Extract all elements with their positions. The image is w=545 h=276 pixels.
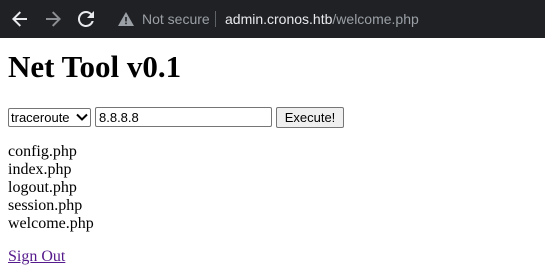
- execute-button[interactable]: Execute!: [276, 106, 344, 128]
- list-item: session.php: [8, 197, 83, 214]
- url-text[interactable]: admin.cronos.htb/welcome.php: [225, 10, 419, 28]
- list-item: welcome.php: [8, 215, 94, 232]
- net-tool-form: traceroute Execute!: [8, 106, 344, 128]
- list-item: config.php: [8, 143, 77, 160]
- chevron-down-icon: [76, 113, 88, 121]
- host-input[interactable]: [95, 107, 272, 127]
- command-select-value: traceroute: [11, 109, 70, 125]
- address-separator: [215, 11, 216, 27]
- browser-toolbar: Not secure admin.cronos.htb/welcome.php: [0, 0, 545, 38]
- security-status-label[interactable]: Not secure: [142, 10, 210, 28]
- command-output-list: config.php index.php logout.php session.…: [8, 143, 94, 233]
- reload-button[interactable]: [77, 10, 95, 28]
- list-item: logout.php: [8, 179, 77, 196]
- warning-triangle-icon[interactable]: [118, 12, 134, 26]
- arrow-right-icon: [46, 11, 61, 27]
- command-select[interactable]: traceroute: [8, 107, 91, 127]
- list-item: index.php: [8, 161, 72, 178]
- address-bar[interactable]: Not secure admin.cronos.htb/welcome.php: [106, 4, 545, 34]
- arrow-left-icon: [12, 11, 27, 27]
- forward-button[interactable]: [44, 10, 62, 28]
- url-host: admin.cronos.htb: [225, 11, 333, 27]
- back-button[interactable]: [11, 10, 29, 28]
- page-title: Net Tool v0.1: [8, 49, 182, 84]
- sign-out-link[interactable]: Sign Out: [8, 248, 65, 266]
- url-path: /welcome.php: [332, 11, 419, 27]
- reload-icon: [78, 11, 94, 27]
